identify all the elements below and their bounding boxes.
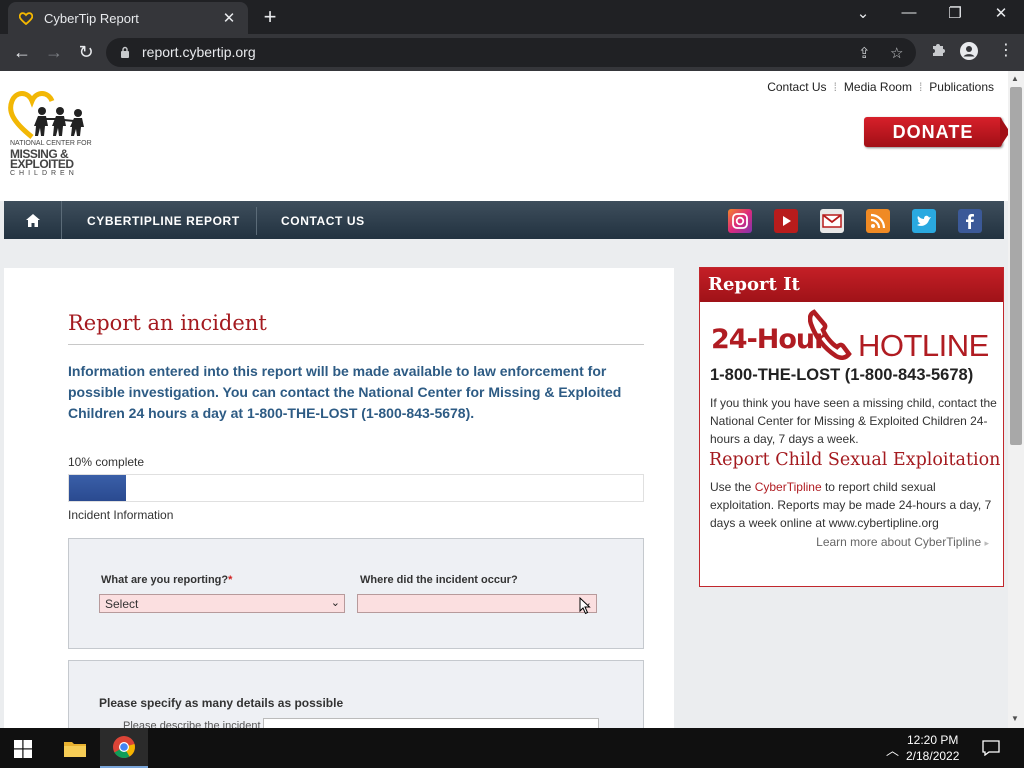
- ncmec-logo[interactable]: NATIONAL CENTER FOR MISSING & EXPLOITED …: [8, 89, 98, 185]
- lock-icon: [120, 46, 130, 64]
- donate-button[interactable]: DONATE: [864, 117, 1008, 147]
- progress-label: 10% complete: [68, 455, 145, 469]
- email-icon[interactable]: [820, 209, 844, 233]
- heart-favicon-icon: [18, 10, 34, 26]
- incident-panel: What are you reporting?* Select ⌄ Where …: [68, 538, 644, 649]
- new-tab-button[interactable]: +: [258, 6, 282, 28]
- forward-icon[interactable]: →: [42, 40, 66, 64]
- chevron-right-icon: ▸: [984, 538, 989, 548]
- tray-chevron-up-icon[interactable]: ︿: [886, 740, 899, 759]
- media-room-link[interactable]: Media Room: [844, 80, 912, 94]
- window-close-icon[interactable]: ✕: [986, 4, 1016, 22]
- reporting-label: What are you reporting?*: [101, 574, 233, 586]
- minimize-icon[interactable]: —: [894, 4, 924, 21]
- progress-bar: [68, 474, 644, 502]
- windows-taskbar: ︿ 12:20 PM 2/18/2022: [0, 728, 1024, 768]
- url-text: report.cybertip.org: [142, 44, 256, 60]
- tab-search-icon[interactable]: ⌄: [848, 4, 878, 22]
- title-divider: [68, 344, 644, 345]
- browser-tab[interactable]: CyberTip Report ✕: [8, 2, 248, 34]
- details-panel: Please specify as many details as possib…: [68, 660, 644, 728]
- report-it-sidebar: Report It 24-Hour HOTLINE 1-800-THE-LOST…: [699, 267, 1004, 587]
- cybertipline-link[interactable]: CyberTipline: [755, 480, 822, 494]
- contact-us-link[interactable]: Contact Us: [767, 80, 826, 94]
- intro-text: Information entered into this report wil…: [68, 363, 622, 421]
- twitter-icon[interactable]: [912, 209, 936, 233]
- tab-close-icon[interactable]: ✕: [220, 9, 238, 27]
- windows-start-icon[interactable]: [14, 740, 32, 763]
- report-form-card: Report an incident Information entered i…: [4, 268, 674, 728]
- learn-more-link[interactable]: Learn more about CyberTipline ▸: [816, 535, 989, 549]
- utility-links: Contact Us ⁞ Media Room ⁞ Publications: [767, 80, 994, 94]
- hotline-description: If you think you have seen a missing chi…: [710, 396, 997, 446]
- step-label: Incident Information: [68, 508, 174, 522]
- rss-icon[interactable]: [866, 209, 890, 233]
- progress-fill: [69, 475, 127, 501]
- tab-title: CyberTip Report: [44, 10, 139, 26]
- file-explorer-icon[interactable]: [51, 728, 99, 768]
- scroll-down-icon[interactable]: ▼: [1011, 714, 1019, 723]
- page-viewport: NATIONAL CENTER FOR MISSING & EXPLOITED …: [0, 71, 1008, 728]
- page-scrollbar[interactable]: ▲ ▼: [1008, 71, 1024, 728]
- logo-wordmark: NATIONAL CENTER FOR MISSING & EXPLOITED …: [10, 140, 92, 177]
- chrome-icon[interactable]: [100, 728, 148, 768]
- site-header: NATIONAL CENTER FOR MISSING & EXPLOITED …: [0, 71, 1008, 201]
- system-clock[interactable]: 12:20 PM 2/18/2022: [906, 732, 959, 764]
- exploitation-heading: Report Child Sexual Exploitation: [709, 450, 1001, 470]
- scroll-up-icon[interactable]: ▲: [1011, 74, 1019, 83]
- nav-cybertipline-report[interactable]: CYBERTIPLINE REPORT: [87, 201, 240, 239]
- address-bar[interactable]: report.cybertip.org ⇪ ☆: [106, 38, 916, 67]
- notifications-icon[interactable]: [982, 740, 1000, 759]
- browser-tab-bar: CyberTip Report ✕ + ⌄ — ❐ ✕: [0, 0, 1024, 34]
- instagram-icon[interactable]: [728, 209, 752, 233]
- profile-icon[interactable]: [960, 42, 978, 65]
- youtube-icon[interactable]: [774, 209, 798, 233]
- hotline-phone-number: 1-800-THE-LOST (1-800-843-5678): [710, 366, 974, 384]
- menu-dots-icon[interactable]: ⋮: [998, 40, 1014, 60]
- back-icon[interactable]: ←: [10, 40, 34, 64]
- main-navigation: CYBERTIPLINE REPORT CONTACT US: [4, 201, 1004, 239]
- extensions-icon[interactable]: [930, 42, 946, 63]
- location-select[interactable]: ⌄: [357, 594, 597, 613]
- describe-label: Please describe the incident: [123, 720, 261, 728]
- reload-icon[interactable]: ↻: [74, 40, 98, 64]
- publications-link[interactable]: Publications: [929, 80, 994, 94]
- page-title: Report an incident: [68, 311, 267, 335]
- nav-contact-us[interactable]: CONTACT US: [281, 201, 365, 239]
- chevron-down-icon: ⌄: [330, 597, 340, 609]
- hotline-word: HOTLINE: [858, 328, 989, 363]
- facebook-icon[interactable]: [958, 209, 982, 233]
- sidebar-title: Report It: [700, 268, 1003, 302]
- required-mark: *: [228, 574, 233, 586]
- mouse-cursor-icon: [579, 596, 591, 620]
- separator: ⁞: [833, 80, 837, 94]
- bookmark-star-icon[interactable]: ☆: [890, 44, 903, 62]
- telephone-icon: [807, 308, 852, 367]
- exploitation-description: Use the CyberTipline to report child sex…: [710, 480, 992, 530]
- nav-divider: [256, 207, 257, 235]
- location-label: Where did the incident occur?: [360, 574, 518, 586]
- scrollbar-thumb[interactable]: [1010, 87, 1022, 445]
- browser-toolbar: ← → ↻ report.cybertip.org ⇪ ☆ ⋮: [0, 34, 1024, 71]
- share-icon[interactable]: ⇪: [858, 44, 871, 62]
- restore-icon[interactable]: ❐: [940, 4, 970, 22]
- separator: ⁞: [918, 80, 923, 94]
- home-icon[interactable]: [4, 201, 62, 239]
- reporting-select[interactable]: Select ⌄: [99, 594, 345, 613]
- describe-input[interactable]: [263, 718, 599, 728]
- details-label: Please specify as many details as possib…: [99, 696, 344, 710]
